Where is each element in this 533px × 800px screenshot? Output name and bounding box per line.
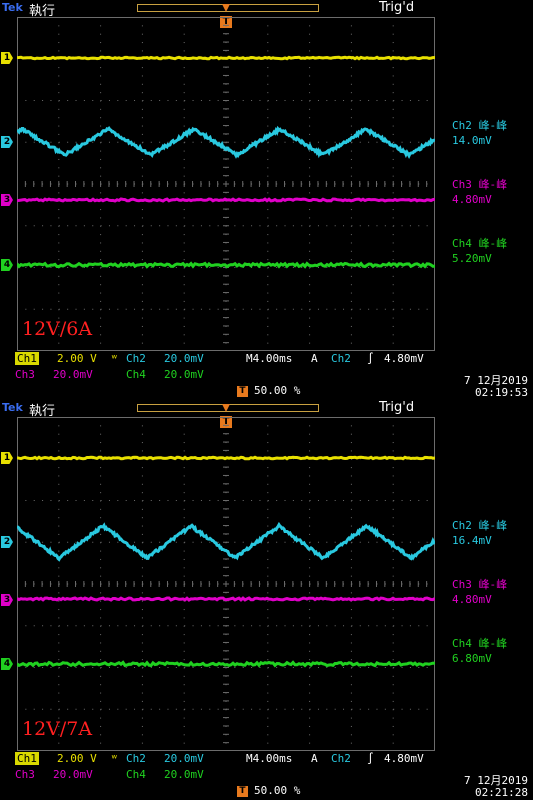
trigger-level: 4.80mV [384,352,424,365]
ch3-trace [17,598,435,600]
trigger-position: 50.00 % [254,784,300,797]
trigger-state: Trig'd [379,0,414,15]
ch2-marker: 2 [1,136,13,148]
ch4-trace [17,663,435,666]
ch1-trace [17,57,435,58]
graticule-1 [17,17,435,351]
ch4-name: Ch4 [126,768,146,781]
measurement-title: Ch4 峰-峰 [452,636,507,651]
trigger-position-icon: T [237,786,248,797]
scope-screen-2: Tek 執行 Trig'd T 1 2 3 4 Ch2 峰-峰 16.4mV C… [0,400,533,800]
time: 02:21:28 [475,786,528,799]
trigger-position-icon: T [237,386,248,397]
trigger-level: 4.80mV [384,752,424,765]
tek-logo: Tek [2,1,23,14]
trigger-position: 50.00 % [254,384,300,397]
bw-icon: ʷ [111,752,118,765]
status-line-3: T 50.00 % 02:19:53 [0,384,533,400]
tek-logo: Tek [2,401,23,414]
ch2-name: Ch2 [126,352,146,365]
ch4-name: Ch4 [126,368,146,381]
measurement-value: 6.80mV [452,651,507,666]
ch3-scale: 20.0mV [53,768,93,781]
ch1-marker: 1 [1,452,13,464]
status-line-2: Ch3 20.0mV Ch4 20.0mV 7 12月2019 [0,768,533,784]
measurement-ch3: Ch3 峰-峰 4.80mV [452,577,507,607]
top-status-bar: Tek 執行 Trig'd [0,400,533,417]
top-status-bar: Tek 執行 Trig'd [0,0,533,17]
trigger-mode: A [311,752,318,765]
ch1-badge: Ch1 [15,752,39,765]
ch4-scale: 20.0mV [164,368,204,381]
ch3-marker: 3 [1,194,13,206]
ch4-scale: 20.0mV [164,768,204,781]
status-line-1: Ch1 2.00 V ʷ Ch2 20.0mV M4.00ms A Ch2 ∫ … [0,752,533,768]
trigger-position-arrow-icon [222,4,230,12]
measurement-ch3: Ch3 峰-峰 4.80mV [452,177,507,207]
trigger-mode: A [311,352,318,365]
ch3-marker: 3 [1,594,13,606]
timebase: M4.00ms [246,352,292,365]
time: 02:19:53 [475,386,528,399]
timebase: M4.00ms [246,752,292,765]
test-condition-label: 12V/7A [22,718,92,740]
ch1-badge: Ch1 [15,352,39,365]
ch3-scale: 20.0mV [53,368,93,381]
ch3-name: Ch3 [15,768,35,781]
measurement-value: 14.0mV [452,133,507,148]
status-line-2: Ch3 20.0mV Ch4 20.0mV 7 12月2019 [0,368,533,384]
trigger-edge-icon: ∫ [367,352,374,365]
measurement-ch4: Ch4 峰-峰 6.80mV [452,636,507,666]
measurement-value: 4.80mV [452,592,507,607]
ch1-scale: 2.00 V [57,352,97,365]
trigger-edge-icon: ∫ [367,752,374,765]
scope-screen-1: Tek 執行 Trig'd T 1 2 3 4 Ch2 峰-峰 14.0mV C… [0,0,533,400]
ch3-name: Ch3 [15,368,35,381]
measurement-ch2: Ch2 峰-峰 16.4mV [452,518,507,548]
ch2-scale: 20.0mV [164,352,204,365]
measurement-title: Ch3 峰-峰 [452,177,507,192]
graticule-2 [17,417,435,751]
test-condition-label: 12V/6A [22,318,92,340]
ch4-marker: 4 [1,259,13,271]
measurement-ch2: Ch2 峰-峰 14.0mV [452,118,507,148]
trigger-source: Ch2 [331,352,351,365]
ch4-marker: 4 [1,658,13,670]
trigger-source: Ch2 [331,752,351,765]
measurement-title: Ch2 峰-峰 [452,518,507,533]
measurement-title: Ch4 峰-峰 [452,236,507,251]
ch1-scale: 2.00 V [57,752,97,765]
trigger-position-arrow-icon [222,404,230,412]
status-line-1: Ch1 2.00 V ʷ Ch2 20.0mV M4.00ms A Ch2 ∫ … [0,352,533,368]
measurement-value: 16.4mV [452,533,507,548]
ch4-trace [17,264,435,267]
ch1-marker: 1 [1,52,13,64]
measurement-value: 5.20mV [452,251,507,266]
measurement-title: Ch2 峰-峰 [452,118,507,133]
bw-icon: ʷ [111,352,118,365]
ch2-scale: 20.0mV [164,752,204,765]
ch2-marker: 2 [1,536,13,548]
ch1-trace [17,457,435,458]
ch2-name: Ch2 [126,752,146,765]
measurement-title: Ch3 峰-峰 [452,577,507,592]
trigger-state: Trig'd [379,400,414,415]
measurement-ch4: Ch4 峰-峰 5.20mV [452,236,507,266]
measurement-value: 4.80mV [452,192,507,207]
ch3-trace [17,199,435,201]
status-line-3: T 50.00 % 02:21:28 [0,784,533,800]
